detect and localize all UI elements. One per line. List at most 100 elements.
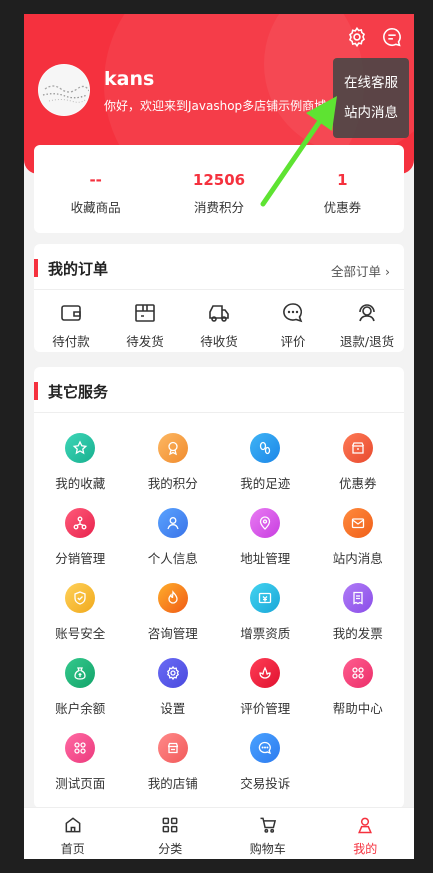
tab-home[interactable]: 首页: [24, 808, 122, 859]
service-label: 测试页面: [55, 776, 106, 791]
user-profile-icon: [358, 817, 373, 834]
avatar[interactable]: [38, 64, 90, 116]
bottom-tab-bar: 首页 分类 购物车 我的: [24, 807, 414, 859]
service-site-messages[interactable]: 站内消息: [312, 506, 405, 581]
service-coupons[interactable]: 优惠券: [312, 431, 405, 506]
shield-icon: [65, 583, 96, 613]
message-chat-icon[interactable]: [381, 26, 403, 48]
all-orders-label: 全部订单: [331, 264, 382, 279]
tab-category[interactable]: 分类: [122, 808, 220, 859]
stat-label: 收藏商品: [70, 200, 121, 215]
tab-cart[interactable]: 购物车: [219, 808, 317, 859]
tab-label: 分类: [158, 842, 183, 856]
chevron-right-icon: ›: [385, 264, 390, 279]
order-label: 待发货: [126, 334, 164, 349]
service-my-invoices[interactable]: 我的发票: [312, 581, 405, 656]
services-card-header: 其它服务: [34, 367, 404, 413]
tab-label: 首页: [60, 842, 85, 856]
chat-bubble-icon: [250, 733, 281, 763]
medal-icon: [157, 433, 188, 463]
service-trade-complaint[interactable]: 交易投诉: [219, 731, 312, 806]
welcome-text: 你好，欢迎来到Javashop多店铺示例商城: [104, 99, 327, 113]
stat-favorites[interactable]: -- 收藏商品: [34, 145, 157, 233]
order-label: 退款/退货: [339, 334, 395, 349]
order-refund[interactable]: 退款/退货: [330, 290, 404, 352]
grid-apps-icon: [65, 733, 96, 763]
service-my-footprints[interactable]: 我的足迹: [219, 431, 312, 506]
home-icon: [65, 817, 81, 833]
service-help-center[interactable]: 帮助中心: [312, 656, 405, 731]
orders-title: 我的订单: [48, 260, 109, 278]
gear-icon: [157, 658, 188, 688]
order-pending-shipment[interactable]: 待发货: [108, 290, 182, 352]
package-box-icon: [135, 304, 155, 322]
customer-service-icon: [359, 304, 375, 322]
title-accent-bar: [34, 382, 38, 400]
stats-card: -- 收藏商品 12506 消费积分 1 优惠券: [34, 145, 404, 233]
phone-screen: kans 你好，欢迎来到Javashop多店铺示例商城 在线客服 站内消息 --…: [24, 14, 414, 859]
orders-card: 我的订单 全部订单 › 待付款 待发货 待收货 评价 退款/退货: [34, 244, 404, 352]
service-label: 我的收藏: [55, 476, 106, 491]
services-title: 其它服务: [48, 383, 109, 401]
service-personal-info[interactable]: 个人信息: [127, 506, 220, 581]
stat-label: 优惠券: [323, 200, 362, 215]
service-my-favorites[interactable]: 我的收藏: [34, 431, 127, 506]
mail-icon: [342, 508, 373, 538]
flower-icon: [250, 658, 281, 688]
flame-bubble-icon: [157, 583, 188, 613]
category-grid-icon: [162, 817, 178, 833]
service-label: 我的积分: [147, 476, 198, 491]
settings-gear-icon[interactable]: [346, 26, 368, 48]
user-icon: [157, 508, 188, 538]
service-review-management[interactable]: 评价管理: [219, 656, 312, 731]
grid-apps-icon: [342, 658, 373, 688]
order-label: 待收货: [200, 334, 238, 349]
service-address[interactable]: 地址管理: [219, 506, 312, 581]
comment-bubble-icon: [283, 303, 303, 323]
order-pending-payment[interactable]: 待付款: [34, 290, 108, 352]
service-label: 交易投诉: [240, 776, 291, 791]
service-label: 个人信息: [147, 551, 198, 566]
service-consultation[interactable]: 咨询管理: [127, 581, 220, 656]
all-orders-link[interactable]: 全部订单 ›: [331, 261, 390, 280]
service-distribution[interactable]: 分销管理: [34, 506, 127, 581]
orders-card-header: 我的订单 全部订单 ›: [34, 244, 404, 290]
service-label: 地址管理: [240, 551, 291, 566]
location-pin-icon: [250, 508, 281, 538]
shopping-cart-icon: [260, 817, 276, 833]
service-label: 设置: [160, 701, 186, 716]
service-my-store[interactable]: 我的店铺: [127, 731, 220, 806]
order-label: 待付款: [52, 334, 90, 349]
service-label: 我的足迹: [240, 476, 291, 491]
order-pending-receipt[interactable]: 待收货: [182, 290, 256, 352]
popup-item-online-service[interactable]: 在线客服: [333, 68, 409, 98]
service-label: 分销管理: [55, 551, 106, 566]
services-card: 其它服务 我的收藏 我的积分 我的足迹 优惠券 分销管理 个人信息 地址管理 站…: [34, 367, 404, 808]
popup-item-site-messages[interactable]: 站内消息: [333, 98, 409, 128]
service-label: 优惠券: [338, 476, 377, 491]
tab-mine[interactable]: 我的: [317, 808, 415, 859]
title-accent-bar: [34, 259, 38, 277]
username: kans: [104, 68, 155, 90]
service-label: 帮助中心: [332, 701, 383, 716]
delivery-truck-icon: [209, 305, 229, 322]
stat-coupons[interactable]: 1 优惠券: [281, 145, 404, 233]
money-bag-icon: [65, 658, 96, 688]
order-review[interactable]: 评价: [256, 290, 330, 352]
service-label: 站内消息: [332, 551, 383, 566]
footprint-icon: [250, 433, 281, 463]
stat-value: --: [89, 171, 102, 189]
service-label: 咨询管理: [147, 626, 198, 641]
service-account-balance[interactable]: 账户余额: [34, 656, 127, 731]
orders-row: 待付款 待发货 待收货 评价 退款/退货: [34, 290, 404, 352]
service-account-security[interactable]: 账号安全: [34, 581, 127, 656]
stat-points[interactable]: 12506 消费积分: [157, 145, 280, 233]
service-label: 我的发票: [332, 626, 383, 641]
service-settings[interactable]: 设置: [127, 656, 220, 731]
service-invoice-qualification[interactable]: 增票资质: [219, 581, 312, 656]
ticket-icon: [250, 583, 281, 613]
service-my-points[interactable]: 我的积分: [127, 431, 220, 506]
coupon-shop-icon: [342, 433, 373, 463]
service-test-page[interactable]: 测试页面: [34, 731, 127, 806]
stat-label: 消费积分: [193, 200, 244, 215]
